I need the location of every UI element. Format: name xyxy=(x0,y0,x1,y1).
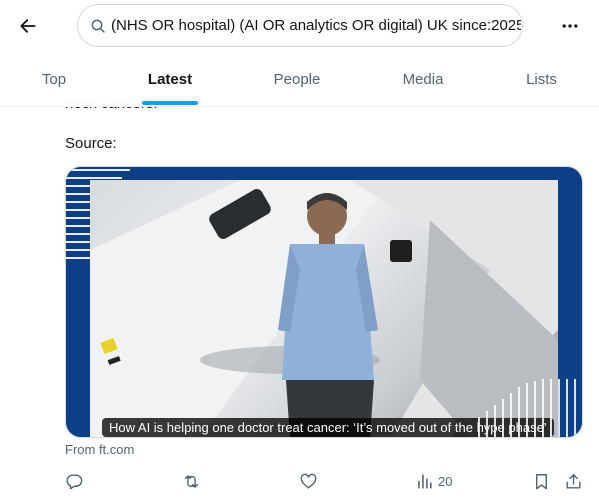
like-button[interactable] xyxy=(299,466,318,496)
tab-top[interactable]: Top xyxy=(0,53,108,106)
tab-label: Latest xyxy=(147,71,193,88)
tab-label: Media xyxy=(402,71,444,88)
search-input[interactable] xyxy=(111,5,521,46)
retweet-button[interactable] xyxy=(182,466,201,496)
search-tabs: Top Latest People Media Lists xyxy=(0,53,599,106)
reply-button[interactable] xyxy=(65,466,84,496)
link-card[interactable]: How AI is helping one doctor treat cance… xyxy=(65,166,583,438)
views-button[interactable]: 20 xyxy=(415,466,452,496)
tweet-source-label: Source: xyxy=(65,135,117,152)
tab-label: Lists xyxy=(526,71,557,88)
bookmark-button[interactable] xyxy=(532,466,551,496)
bookmark-icon xyxy=(536,473,547,489)
reply-icon xyxy=(66,473,83,489)
card-stripes-right xyxy=(478,379,576,437)
tweet-actions: 20 xyxy=(55,466,595,496)
retweet-icon xyxy=(184,474,199,488)
like-icon xyxy=(300,473,317,489)
share-icon xyxy=(566,473,581,489)
search-box[interactable] xyxy=(77,4,523,47)
search-icon xyxy=(91,19,105,33)
tab-lists[interactable]: Lists xyxy=(484,53,599,106)
more-options-button[interactable] xyxy=(552,8,588,44)
tab-media[interactable]: Media xyxy=(362,53,484,106)
tab-people[interactable]: People xyxy=(232,53,362,106)
views-icon xyxy=(418,473,432,489)
views-count: 20 xyxy=(438,473,453,489)
search-header: Top Latest People Media Lists xyxy=(0,0,599,107)
tab-latest[interactable]: Latest xyxy=(108,53,232,106)
active-tab-indicator xyxy=(142,101,198,105)
share-button[interactable] xyxy=(564,466,583,496)
more-icon xyxy=(562,24,578,28)
back-button[interactable] xyxy=(10,8,46,44)
card-source-domain[interactable]: From ft.com xyxy=(65,442,134,457)
back-arrow-icon xyxy=(20,19,36,33)
tab-label: People xyxy=(273,71,321,88)
tab-label: Top xyxy=(41,71,67,88)
